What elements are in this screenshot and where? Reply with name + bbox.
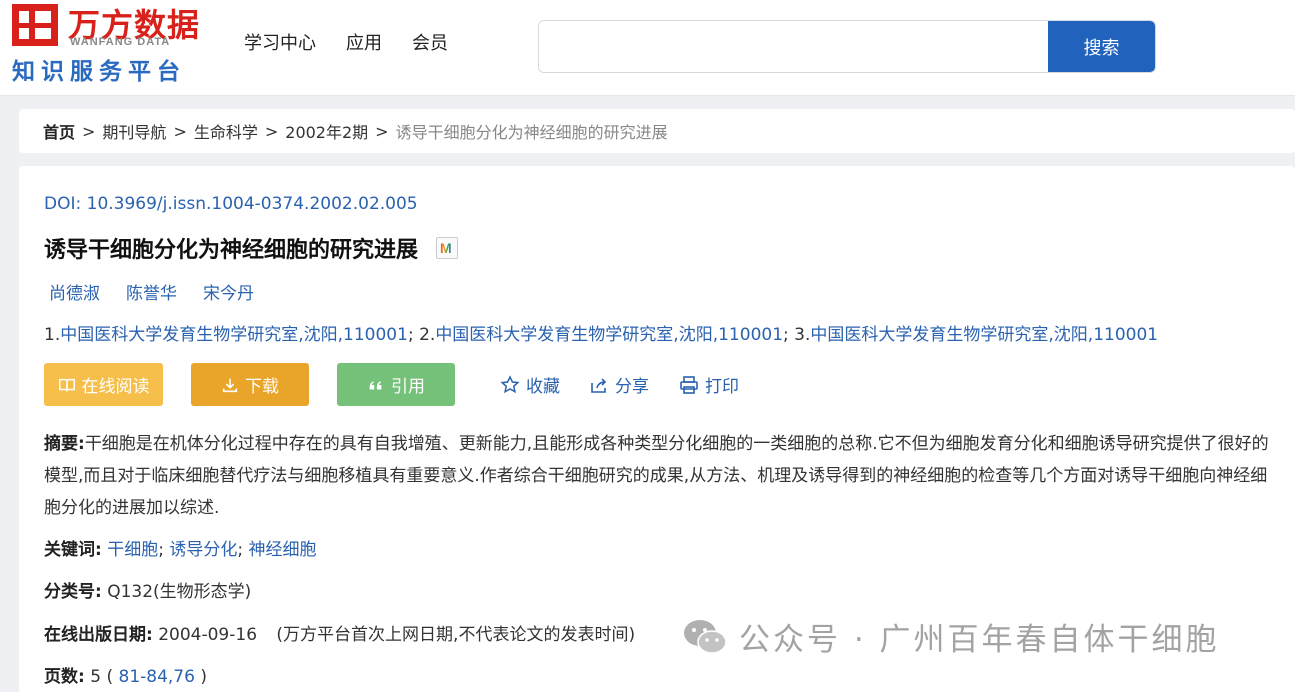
watermark: 公众号 · 广州百年春自体干细胞 <box>681 614 1220 659</box>
share-button[interactable]: 分享 <box>589 372 649 397</box>
top-bar: 万方数据 WANFANG DATA 知识服务平台 学习中心 应用 会员 搜索 <box>0 0 1295 96</box>
share-label: 分享 <box>615 377 649 397</box>
affiliation-separator: ; <box>783 325 789 345</box>
download-button[interactable]: 下载 <box>191 363 309 406</box>
download-label: 下载 <box>245 377 279 397</box>
breadcrumb-home[interactable]: 首页 <box>43 119 75 143</box>
abstract-section: 摘要:干细胞是在机体分化过程中存在的具有自我增殖、更新能力,且能形成各种类型分化… <box>44 428 1270 524</box>
search-input[interactable] <box>539 21 1049 72</box>
watermark-text: 公众号 · 广州百年春自体干细胞 <box>739 622 1220 658</box>
nav-item-membership[interactable]: 会员 <box>412 29 448 55</box>
breadcrumb-journal[interactable]: 生命科学 <box>194 119 258 143</box>
wechat-icon <box>684 619 727 654</box>
pages-row: 页数: 5 ( 81-84,76 ) <box>44 662 207 687</box>
affiliation-number: 2. <box>419 325 436 345</box>
breadcrumb-separator: > <box>264 121 279 141</box>
publish-date-value: 2004-09-16 <box>158 625 258 645</box>
cite-label: 引用 <box>391 377 425 397</box>
pages-label: 页数: <box>44 667 85 687</box>
article-title-row: 诱导干细胞分化为神经细胞的研究进展 M <box>44 232 459 264</box>
breadcrumb-issue[interactable]: 2002年2期 <box>285 119 368 143</box>
site-logo[interactable]: 万方数据 WANFANG DATA 知识服务平台 <box>12 2 212 85</box>
quote-icon <box>369 380 382 389</box>
publish-date-label: 在线出版日期: <box>44 625 153 645</box>
article-title: 诱导干细胞分化为神经细胞的研究进展 <box>44 238 419 263</box>
affiliation-link[interactable]: 中国医科大学发育生物学研究室,沈阳,110001 <box>60 325 408 345</box>
share-icon <box>591 377 607 393</box>
print-label: 打印 <box>705 377 739 397</box>
classification-label: 分类号: <box>44 582 102 602</box>
logo-mark-icon <box>12 4 58 46</box>
pages-count: 5 <box>90 667 102 687</box>
favorite-button[interactable]: 收藏 <box>500 372 560 397</box>
nav-item-apps[interactable]: 应用 <box>346 29 382 55</box>
abstract-label: 摘要: <box>44 434 85 454</box>
favorite-label: 收藏 <box>526 377 560 397</box>
classification-value: Q132(生物形态学) <box>107 582 252 602</box>
publish-date-note: (万方平台首次上网日期,不代表论文的发表时间) <box>276 625 636 645</box>
affiliation-link[interactable]: 中国医科大学发育生物学研究室,沈阳,110001 <box>435 325 783 345</box>
publish-date-row: 在线出版日期: 2004-09-16 (万方平台首次上网日期,不代表论文的发表时… <box>44 620 635 645</box>
author-link[interactable]: 尚德淑 <box>49 279 100 304</box>
read-online-button[interactable]: 在线阅读 <box>44 363 163 406</box>
nav-item-learning-center[interactable]: 学习中心 <box>244 29 316 55</box>
affiliation-separator: ; <box>407 325 414 345</box>
keyword-link[interactable]: 神经细胞 <box>249 540 317 560</box>
doi-label: DOI: <box>44 194 82 214</box>
read-online-label: 在线阅读 <box>81 377 150 397</box>
affiliation-number: 1. <box>44 325 61 345</box>
mendeley-m-icon[interactable]: M <box>436 237 459 259</box>
author-link[interactable]: 陈誉华 <box>126 279 177 304</box>
main-nav: 学习中心 应用 会员 <box>244 29 448 55</box>
logo-subtitle: 知识服务平台 <box>12 59 186 85</box>
affiliation-number: 3. <box>794 325 811 345</box>
breadcrumb-current: 诱导干细胞分化为神经细胞的研究进展 <box>395 123 668 142</box>
pages-open-paren: ( <box>101 667 119 687</box>
download-icon <box>222 378 238 392</box>
keyword-link[interactable]: 诱导分化 <box>169 540 237 560</box>
keyword-link[interactable]: 干细胞 <box>107 540 158 560</box>
cite-button[interactable]: 引用 <box>337 363 455 406</box>
breadcrumb-separator: > <box>375 121 389 141</box>
pages-close-paren: ) <box>194 667 207 687</box>
classification-row: 分类号: Q132(生物形态学) <box>44 577 251 602</box>
breadcrumb-journal-nav[interactable]: 期刊导航 <box>102 119 166 143</box>
logo-english-name: WANFANG DATA <box>70 36 171 48</box>
author-list: 尚德淑 陈誉华 宋今丹 <box>49 279 254 304</box>
pages-range-link[interactable]: 81-84,76 <box>119 667 195 687</box>
keywords-row: 关键词: 干细胞; 诱导分化; 神经细胞 <box>44 540 317 560</box>
print-button[interactable]: 打印 <box>679 372 739 397</box>
keywords-label: 关键词: <box>44 540 102 560</box>
breadcrumb-separator: > <box>82 121 96 141</box>
author-link[interactable]: 宋今丹 <box>203 279 254 304</box>
book-icon <box>58 378 75 391</box>
breadcrumb: 首页 > 期刊导航 > 生命科学 > 2002年2期 > 诱导干细胞分化为神经细… <box>19 109 1295 153</box>
printer-icon <box>680 375 698 394</box>
search-box: 搜索 <box>538 20 1156 73</box>
affiliation-list: 1.中国医科大学发育生物学研究室,沈阳,110001; 2.中国医科大学发育生物… <box>44 320 1158 345</box>
affiliation-link[interactable]: 中国医科大学发育生物学研究室,沈阳,110001 <box>810 325 1158 345</box>
search-button[interactable]: 搜索 <box>1048 21 1155 72</box>
abstract-text: 干细胞是在机体分化过程中存在的具有自我增殖、更新能力,且能形成各种类型分化细胞的… <box>44 434 1269 518</box>
doi-line: DOI: 10.3969/j.issn.1004-0374.2002.02.00… <box>44 194 418 214</box>
breadcrumb-separator: > <box>173 121 187 141</box>
star-icon <box>500 374 520 393</box>
doi-link[interactable]: 10.3969/j.issn.1004-0374.2002.02.005 <box>87 194 418 214</box>
